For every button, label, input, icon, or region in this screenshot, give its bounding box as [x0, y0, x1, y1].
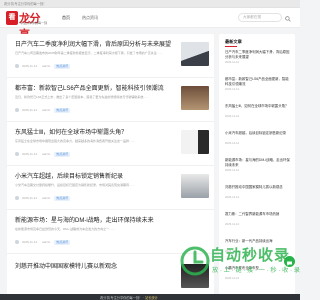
- sidebar-item[interactable]: 赛力斯：二代智界新能源车市场热销 2025-11-14: [225, 212, 291, 226]
- chat-icon: [287, 261, 292, 266]
- sidebar-title: 最新文章: [225, 39, 242, 44]
- logo-badge: 看: [6, 11, 18, 25]
- sidebar-item[interactable]: 东风猛士Ⅲ，如何在全球市场中崭露头角？ 2025-11-14: [225, 104, 291, 118]
- article-tag[interactable]: 热点资讯: [54, 239, 71, 245]
- article-title[interactable]: 新能源市场：星与海的DM-i战略，走出环保持续未来: [15, 215, 205, 224]
- article-author: admin: [42, 240, 51, 244]
- article-tag[interactable]: 热点资讯: [54, 151, 71, 157]
- article-title[interactable]: 刘慈开推动中国国家模特儿赛以新观念: [15, 261, 175, 270]
- article-item[interactable]: 东风猛士Ⅲ，如何在全球市场中崭露头角？ 东风猛士在全球市场中展现出强大的竞争力，…: [7, 122, 214, 166]
- sidebar-item-title[interactable]: 新能源市场：星与海的DM-i战略，走出环保持续未来: [225, 158, 291, 167]
- article-author: admin: [42, 152, 51, 156]
- article-thumbnail[interactable]: [181, 130, 209, 154]
- auto-index-watermark: 自动秒收录 放 · 上 · 链 · 接 · 一 · 秒 · 收 · 录: [178, 244, 300, 278]
- article-title[interactable]: 日产汽车二季度净利润大幅下滑，背后原因分析与未来展望: [15, 39, 175, 48]
- author-avatar: [15, 152, 19, 156]
- sidebar-item-title[interactable]: 都市富：新款智己LS6产品全面更新，智能科技引领潮流: [225, 77, 291, 86]
- article-thumbnail[interactable]: [181, 86, 209, 110]
- sidebar-item[interactable]: 都市富：新款智己LS6产品全面更新，智能科技引领潮流 2025-11-14: [225, 77, 291, 91]
- article-tag[interactable]: 热点资讯: [54, 107, 71, 113]
- watermark-logo-icon: [180, 246, 210, 276]
- article-date: 2025-11-14: [22, 64, 38, 68]
- sidebar-item-date: 2025-11-14: [225, 141, 240, 145]
- article-tag[interactable]: 热点资讯: [54, 63, 71, 69]
- article-date: 2025-11-14: [22, 196, 38, 200]
- sidebar-item[interactable]: 日产汽车二季度净利润大幅下滑，背后原因分析与未来展望 2025-11-14: [225, 50, 291, 64]
- article-meta: 2025-11-14 admin 热点资讯: [15, 239, 71, 245]
- top-strip: 看分享|专注分享你的每一刻！: [0, 0, 300, 8]
- article-thumbnail[interactable]: [181, 42, 209, 66]
- author-avatar: [15, 240, 19, 244]
- sidebar-item-title[interactable]: 小米汽车超越，后续目标锁定销售新纪录: [225, 131, 291, 140]
- sidebar-item[interactable]: 刘慈开推动中国国家模特儿赛以新观念 2025-11-14: [225, 185, 291, 199]
- sidebar-item-date: 2025-11-14: [225, 195, 240, 199]
- article-item[interactable]: 都市富：新款智己LS6产品全面更新，智能科技引领潮流 近日，新款智己LS6正式上…: [7, 78, 214, 122]
- article-tag[interactable]: 热点资讯: [54, 195, 71, 201]
- article-summary: 近日，新款智己LS6正式上市，推出了多个配置版本，搭载了更为先进的智能科技与驾驶…: [15, 95, 150, 99]
- sidebar-item-date: 2025-11-14: [225, 114, 240, 118]
- floating-action-button[interactable]: [284, 256, 295, 267]
- article-title[interactable]: 东风猛士Ⅲ，如何在全球市场中崭露头角？: [15, 127, 175, 136]
- sidebar-item-date: 2025-11-14: [225, 87, 240, 91]
- article-meta: 2025-11-14 admin 热点资讯: [15, 107, 71, 113]
- site-header: 看 龙分享 专注分享你的每一刻 首页 热点资讯 大家都在搜: [0, 8, 300, 41]
- footer-copyright: 看分享|专注分享你的每一刻！: [100, 296, 143, 300]
- article-thumbnail[interactable]: [181, 174, 209, 198]
- sidebar-item-title[interactable]: 日产汽车二季度净利润大幅下滑，背后原因分析与未来展望: [225, 50, 291, 59]
- search-input[interactable]: 大家都在搜: [238, 13, 282, 22]
- sidebar-item-title[interactable]: 刘慈开推动中国国家模特儿赛以新观念: [225, 185, 291, 194]
- article-item[interactable]: 小米汽车超越，后续目标锁定销售新纪录 小米汽车近期交付量持续攀升，后续目标已锁定…: [7, 166, 214, 210]
- top-strip-text: 看分享|专注分享你的每一刻！: [4, 2, 47, 6]
- watermark-title: 自动秒收录: [210, 247, 291, 264]
- article-author: admin: [42, 64, 51, 68]
- nav-item-hot-news[interactable]: 热点资讯: [76, 8, 104, 28]
- sidebar-item-title[interactable]: 东风猛士Ⅲ，如何在全球市场中崭露头角？: [225, 104, 291, 113]
- search-button[interactable]: [283, 13, 293, 22]
- author-avatar: [15, 196, 19, 200]
- article-meta: 2025-11-14 admin 热点资讯: [15, 63, 71, 69]
- author-avatar: [15, 108, 19, 112]
- site-footer: 看分享|专注分享你的每一刻！ · 站长统计: [0, 294, 300, 300]
- article-date: 2025-11-14: [22, 108, 38, 112]
- main-nav: 首页 热点资讯: [56, 8, 104, 28]
- site-logo[interactable]: 看 龙分享 专注分享你的每一刻: [6, 10, 50, 41]
- article-summary: 在新能源市场竞争日益激烈的今天，DM-i 战略成为车企发力的方向之一……: [15, 227, 116, 231]
- article-summary: 小米汽车近期交付量持续攀升，后续目标已锁定为销售新纪录，市场对其表现充满期待……: [15, 183, 136, 187]
- sidebar-item-date: 2025-11-14: [225, 60, 240, 64]
- article-title[interactable]: 小米汽车超越，后续目标锁定销售新纪录: [15, 171, 175, 180]
- article-summary: 日产汽车公司近期发布的2025财年第二季度财务报告显示，二季度净利润大幅下滑，引…: [15, 51, 163, 55]
- sidebar-item[interactable]: 新能源市场：星与海的DM-i战略，走出环保持续未来 2025-11-14: [225, 158, 291, 172]
- search-icon: [285, 16, 291, 22]
- article-meta: 2025-11-14 admin 热点资讯: [15, 195, 71, 201]
- article-author: admin: [42, 196, 51, 200]
- article-item[interactable]: 日产汽车二季度净利润大幅下滑，背后原因分析与未来展望 日产汽车公司近期发布的20…: [7, 34, 214, 78]
- article-meta: 2025-11-14 admin 热点资讯: [15, 151, 71, 157]
- article-date: 2025-11-14: [22, 240, 38, 244]
- article-title[interactable]: 都市富：新款智己LS6产品全面更新，智能科技引领潮流: [15, 83, 175, 92]
- logo-subtitle: 专注分享你的每一刻: [20, 21, 48, 25]
- article-author: admin: [42, 108, 51, 112]
- sidebar-item-title[interactable]: 赛力斯：二代智界新能源车市场热销: [225, 212, 291, 221]
- author-avatar: [15, 64, 19, 68]
- footer-text: 看分享|专注分享你的每一刻！ · 站长统计: [100, 296, 158, 300]
- footer-link[interactable]: 站长统计: [145, 296, 158, 300]
- article-date: 2025-11-14: [22, 152, 38, 156]
- sidebar-item-date: 2025-11-14: [225, 222, 240, 226]
- nav-item-home[interactable]: 首页: [56, 8, 76, 28]
- sidebar-item-date: 2025-11-14: [225, 168, 240, 172]
- article-summary: 东风猛士在全球市场中展现出强大的竞争力，越来越多的海外消费者开始关注这一品牌……: [15, 139, 136, 143]
- sidebar-item[interactable]: 小米汽车超越，后续目标锁定销售新纪录 2025-11-14: [225, 131, 291, 145]
- sidebar-title-underline: [225, 46, 237, 47]
